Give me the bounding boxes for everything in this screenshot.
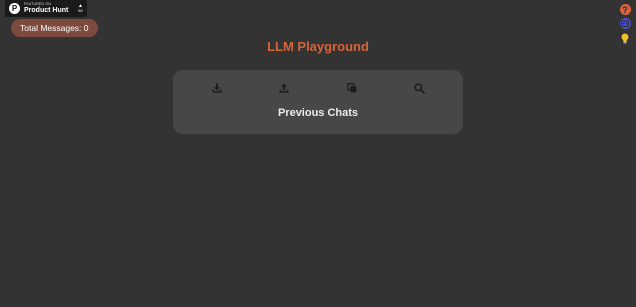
previous-chats-title: Previous Chats [277,107,359,119]
robot-icon[interactable] [619,18,631,29]
copy-icon[interactable] [346,82,358,94]
product-hunt-badge[interactable]: P FEATURED ON Product Hunt ▲ 60 [5,0,87,17]
product-hunt-vote: ▲ 60 [78,4,83,13]
upload-icon[interactable] [278,82,290,94]
side-icon-bar: ? [619,4,631,44]
chats-toolbar [173,82,463,94]
search-icon[interactable] [413,82,425,94]
help-icon[interactable]: ? [619,4,631,15]
total-messages-label: Total Messages: 0 [20,23,89,33]
product-hunt-text: FEATURED ON Product Hunt [24,1,75,15]
page-title: LLM Playground [267,39,369,54]
previous-chats-panel: Previous Chats [173,70,463,134]
product-hunt-vote-count: 60 [78,8,83,13]
product-hunt-featured-label: FEATURED ON [24,1,52,6]
product-hunt-name: Product Hunt [24,7,69,15]
total-messages-badge: Total Messages: 0 [11,19,98,37]
product-hunt-logo-icon: P [9,3,20,14]
download-icon[interactable] [211,82,223,94]
